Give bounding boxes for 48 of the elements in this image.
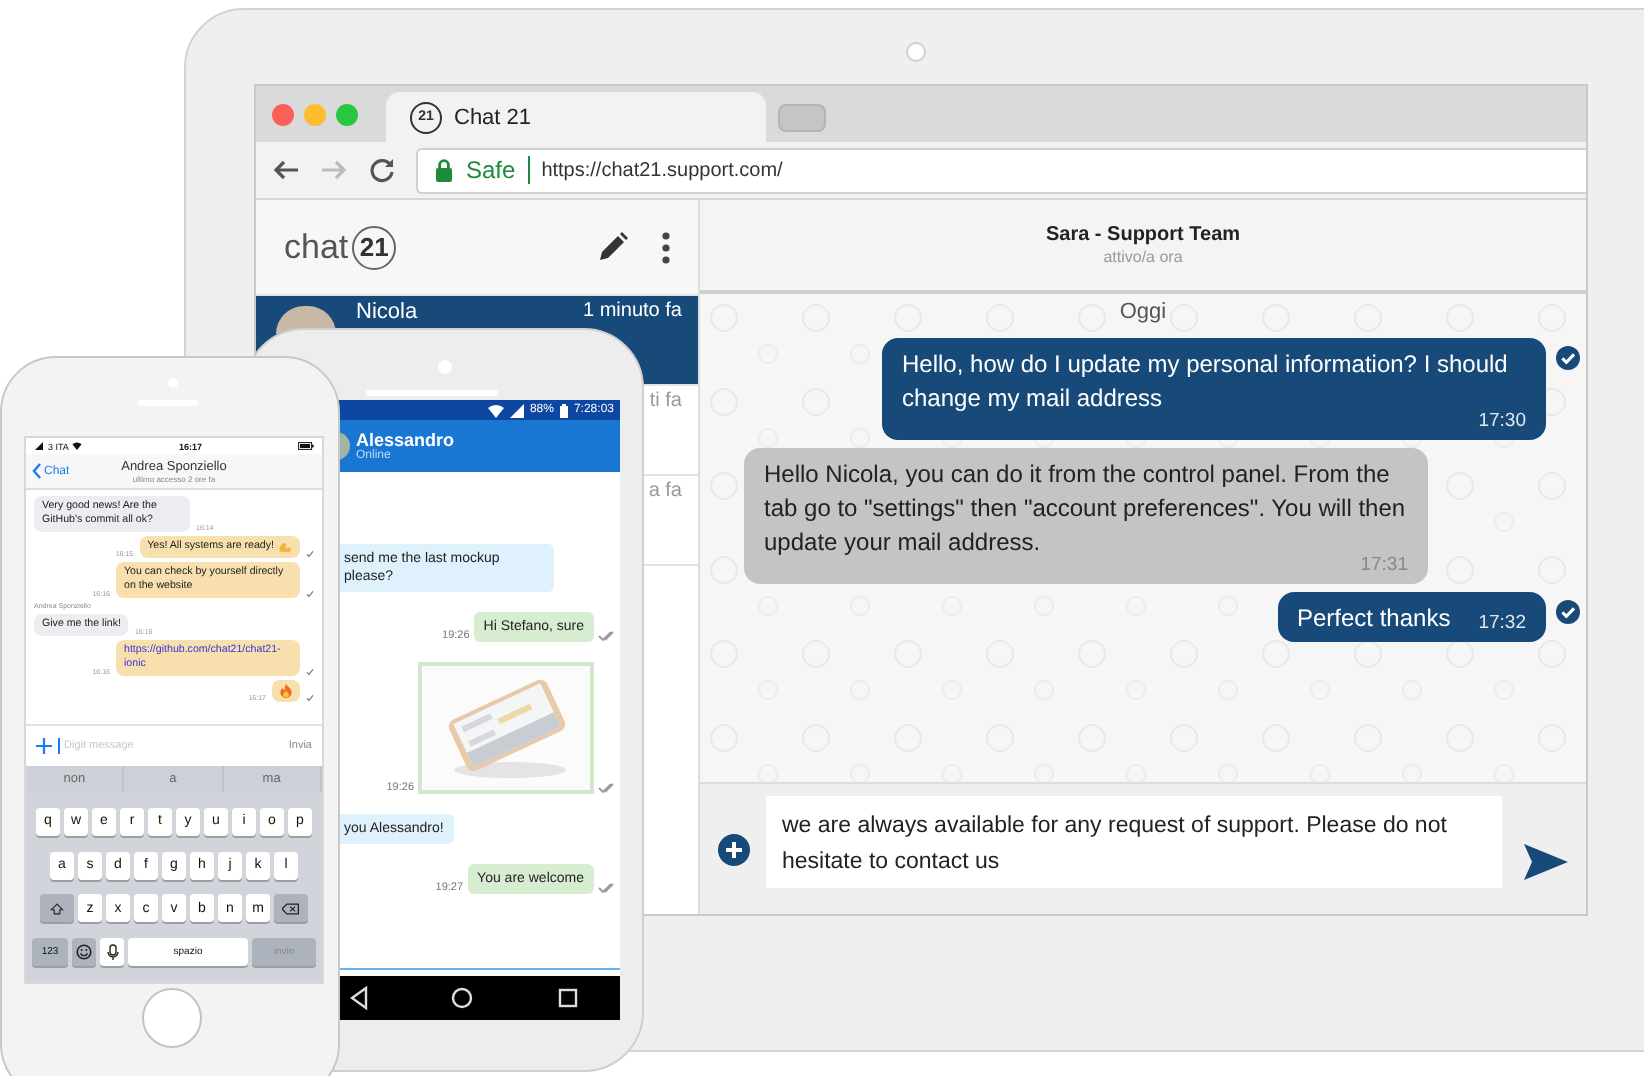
shift-icon	[50, 901, 64, 916]
send-button[interactable]	[1522, 839, 1570, 883]
message-text: Hello Nicola, you can do it from the control panel. From the tab go to "settings" then "account preferences". You will then update your mail address.	[764, 458, 1408, 556]
battery-icon	[298, 442, 314, 450]
contact-name: Sara - Support Team	[1045, 224, 1241, 246]
backspace-key[interactable]	[274, 894, 308, 923]
message-time: 17:30	[1478, 410, 1526, 434]
pencil-icon[interactable]	[596, 230, 630, 264]
signal-icon	[34, 442, 44, 450]
send-icon	[1522, 839, 1570, 883]
message-text: Hello, how do I update my personal information? I should change my mail address	[902, 348, 1510, 412]
security-label: Safe	[466, 156, 516, 184]
chevron-icon	[32, 462, 42, 480]
address-field[interactable]: Safe https://chat21.support.com/	[416, 147, 1586, 193]
emoji-key[interactable]	[72, 938, 96, 967]
wifi-icon	[487, 403, 504, 417]
flame-icon	[280, 684, 292, 698]
message-time[interactable]: 1 minuto fa	[583, 300, 682, 322]
contact-name: Alessandro	[356, 430, 455, 450]
message-time: 17:32	[1478, 612, 1526, 636]
url-text: https://chat21.support.com/	[541, 159, 783, 181]
back-icon[interactable]	[272, 156, 300, 184]
back-icon[interactable]	[350, 986, 371, 1010]
logo-text: chat	[284, 227, 349, 267]
battery-icon	[559, 403, 568, 417]
reload-icon[interactable]	[368, 156, 396, 184]
message-field[interactable]: we are always available for any request of support. Please do not hesitate to contact us	[766, 795, 1502, 887]
message-text: Perfect thanks	[1297, 602, 1451, 636]
contact-name[interactable]: Nicola	[356, 300, 418, 324]
smiley-icon	[76, 944, 92, 961]
wifi-icon	[72, 442, 83, 450]
message-time: 17:31	[1360, 554, 1408, 578]
microphone-key[interactable]	[100, 938, 124, 967]
camera-dot	[906, 42, 926, 62]
add-button[interactable]	[36, 738, 52, 754]
plus-icon	[718, 833, 750, 865]
more-icon[interactable]	[662, 231, 670, 263]
microphone-icon	[105, 943, 119, 962]
lock-icon	[434, 158, 454, 182]
recents-icon[interactable]	[555, 986, 580, 1010]
date-label: Oggi	[1119, 300, 1167, 324]
plus-icon	[36, 738, 52, 754]
logo-badge: 21	[352, 225, 397, 269]
backspace-icon	[282, 901, 300, 916]
add-button[interactable]	[718, 833, 750, 865]
contact-status: attivo/a ora	[1103, 248, 1183, 266]
home-icon[interactable]	[450, 986, 475, 1010]
shift-key[interactable]	[40, 894, 74, 923]
